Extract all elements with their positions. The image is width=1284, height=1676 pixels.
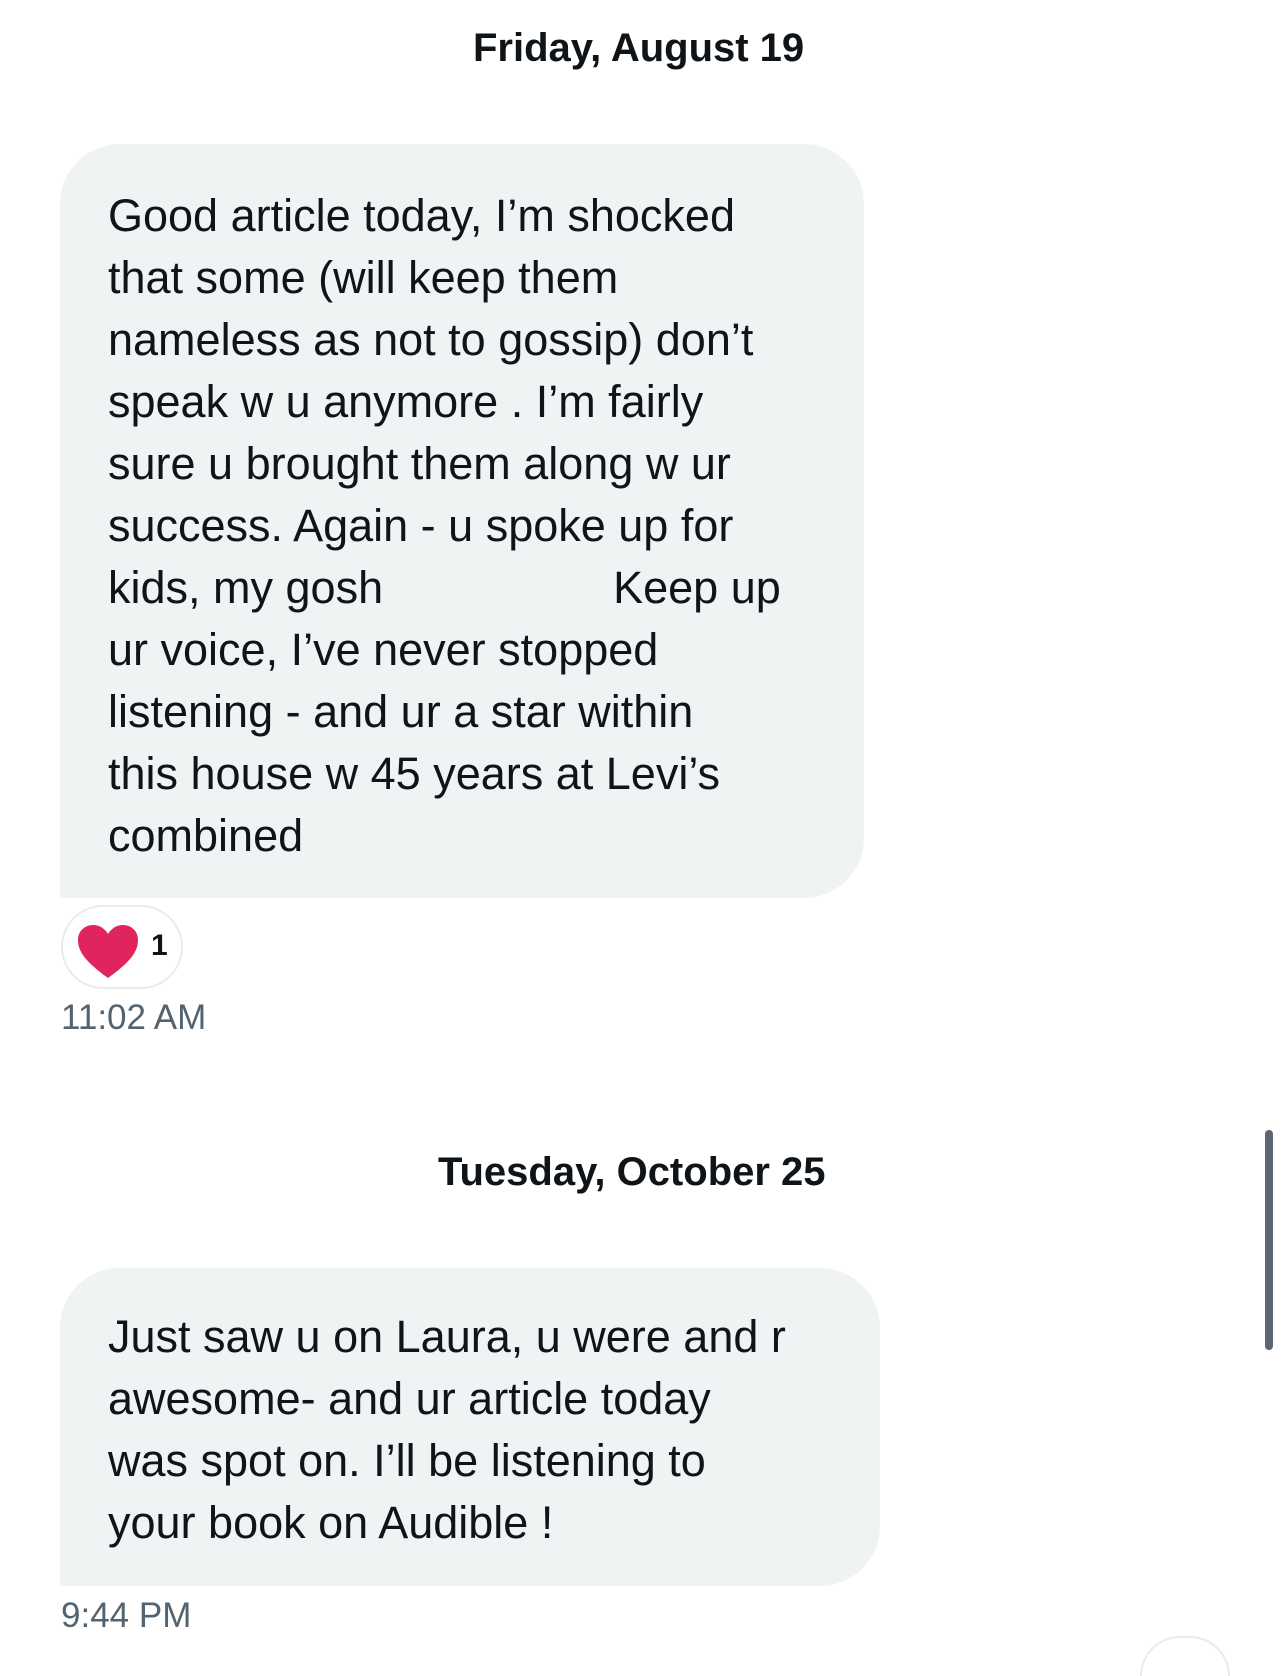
message-timestamp: 11:02 AM [61, 998, 207, 1037]
message-line: sure u brought them along w ur [108, 438, 731, 489]
message-line: Just saw u on Laura, u were and r [108, 1311, 786, 1362]
message-line: speak w u anymore . I’m fairly [108, 376, 704, 427]
message-line: kids, my gosh [108, 562, 384, 613]
reaction-count: 1 [151, 929, 168, 962]
message-line: listening - and ur a star within [108, 686, 694, 737]
message-line: ur voice, I’ve never stopped [108, 624, 659, 675]
message-line: your book on Audible ! [108, 1497, 554, 1548]
reaction-button[interactable]: 1 [61, 905, 183, 989]
message-line: success. Again - u spoke up for [108, 500, 734, 551]
message-line: nameless as not to gossip) don’t [108, 314, 754, 365]
message-line: this house w 45 years at Levi’s [108, 748, 721, 799]
message-line: Good article today, I’m shocked [108, 190, 735, 241]
message-timestamp: 9:44 PM [61, 1596, 192, 1635]
message-line: awesome- and ur article today [108, 1373, 711, 1424]
date-header: Friday, August 19 [473, 26, 805, 70]
scrollbar[interactable] [1265, 1130, 1273, 1350]
message-bubble[interactable]: Good article today, I’m shocked that som… [60, 144, 864, 898]
message-line: Keep up [613, 562, 781, 613]
message-line: combined [108, 810, 304, 861]
scroll-down-button[interactable] [1140, 1636, 1230, 1676]
message-bubble[interactable]: Just saw u on Laura, u were and r awesom… [60, 1268, 880, 1586]
message-line: was spot on. I’ll be listening to [108, 1435, 706, 1486]
message-line-with-gap: kids, my gosh Keep up [108, 557, 834, 619]
date-header: Tuesday, October 25 [438, 1150, 826, 1194]
message-line: that some (will keep them [108, 252, 619, 303]
heart-icon [78, 925, 138, 978]
